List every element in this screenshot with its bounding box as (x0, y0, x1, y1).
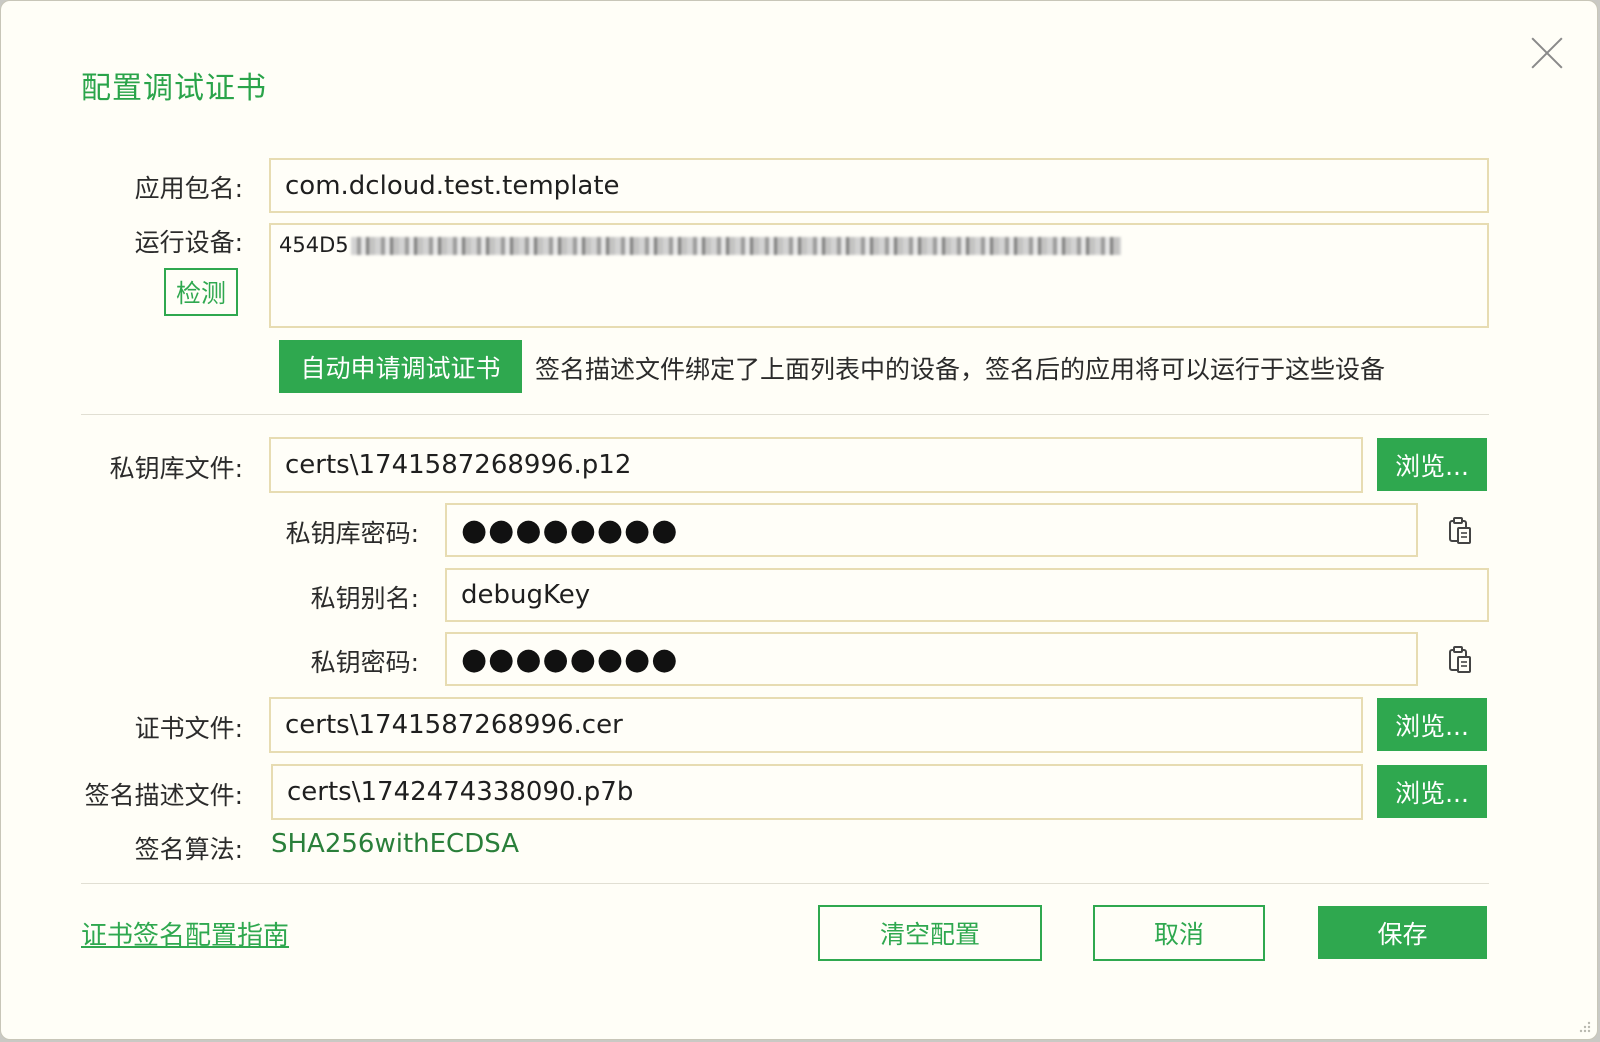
cancel-button[interactable]: 取消 (1093, 905, 1265, 961)
package-input[interactable]: com.dcloud.test.template (269, 158, 1489, 213)
algorithm-label: 签名算法: (134, 835, 243, 864)
device-label: 运行设备: (134, 228, 243, 257)
key-password-label: 私钥密码: (310, 648, 419, 677)
clipboard-icon[interactable] (1447, 645, 1473, 675)
device-list-textarea[interactable]: 454D5 (269, 223, 1489, 328)
keystore-file-label: 私钥库文件: (109, 454, 243, 483)
cert-file-label: 证书文件: (134, 714, 243, 743)
auto-apply-cert-button[interactable]: 自动申请调试证书 (279, 340, 522, 393)
close-icon[interactable] (1529, 35, 1565, 71)
clipboard-icon[interactable] (1447, 516, 1473, 546)
browse-cert-button[interactable]: 浏览... (1377, 698, 1487, 751)
key-password-input[interactable]: ●●●●●●●● (445, 632, 1418, 686)
divider-top (81, 414, 1489, 415)
cert-file-input[interactable]: certs\1741587268996.cer (269, 697, 1363, 753)
key-alias-label: 私钥别名: (310, 584, 419, 613)
browse-profile-button[interactable]: 浏览... (1377, 765, 1487, 818)
resize-grip-icon[interactable] (1577, 1019, 1591, 1033)
divider-bottom (81, 883, 1489, 884)
cert-guide-link[interactable]: 证书签名配置指南 (81, 915, 289, 952)
package-label: 应用包名: (134, 174, 243, 203)
profile-file-value: certs\1742474338090.p7b (287, 777, 634, 807)
config-debug-cert-dialog: 配置调试证书 应用包名: com.dcloud.test.template 运行… (0, 0, 1598, 1040)
save-button[interactable]: 保存 (1318, 906, 1487, 959)
profile-file-input[interactable]: certs\1742474338090.p7b (271, 764, 1363, 820)
package-value: com.dcloud.test.template (285, 170, 620, 201)
keystore-file-value: certs\1741587268996.p12 (285, 450, 632, 480)
profile-file-label: 签名描述文件: (84, 781, 243, 810)
keystore-password-value: ●●●●●●●● (461, 512, 679, 548)
keystore-file-input[interactable]: certs\1741587268996.p12 (269, 437, 1363, 493)
cert-file-value: certs\1741587268996.cer (285, 710, 623, 740)
dialog-title: 配置调试证书 (81, 71, 267, 106)
key-alias-input[interactable]: debugKey (445, 568, 1489, 622)
device-id-redacted (350, 237, 1121, 255)
browse-keystore-button[interactable]: 浏览... (1377, 438, 1487, 491)
detect-button[interactable]: 检测 (164, 268, 238, 316)
algorithm-value: SHA256withECDSA (271, 829, 520, 859)
keystore-password-input[interactable]: ●●●●●●●● (445, 503, 1418, 557)
clear-config-button[interactable]: 清空配置 (818, 905, 1042, 961)
auto-apply-hint: 签名描述文件绑定了上面列表中的设备，签名后的应用将可以运行于这些设备 (535, 355, 1386, 384)
device-id-text: 454D5 (279, 233, 349, 257)
keystore-password-label: 私钥库密码: (285, 519, 419, 548)
key-password-value: ●●●●●●●● (461, 641, 679, 677)
key-alias-value: debugKey (461, 580, 591, 610)
